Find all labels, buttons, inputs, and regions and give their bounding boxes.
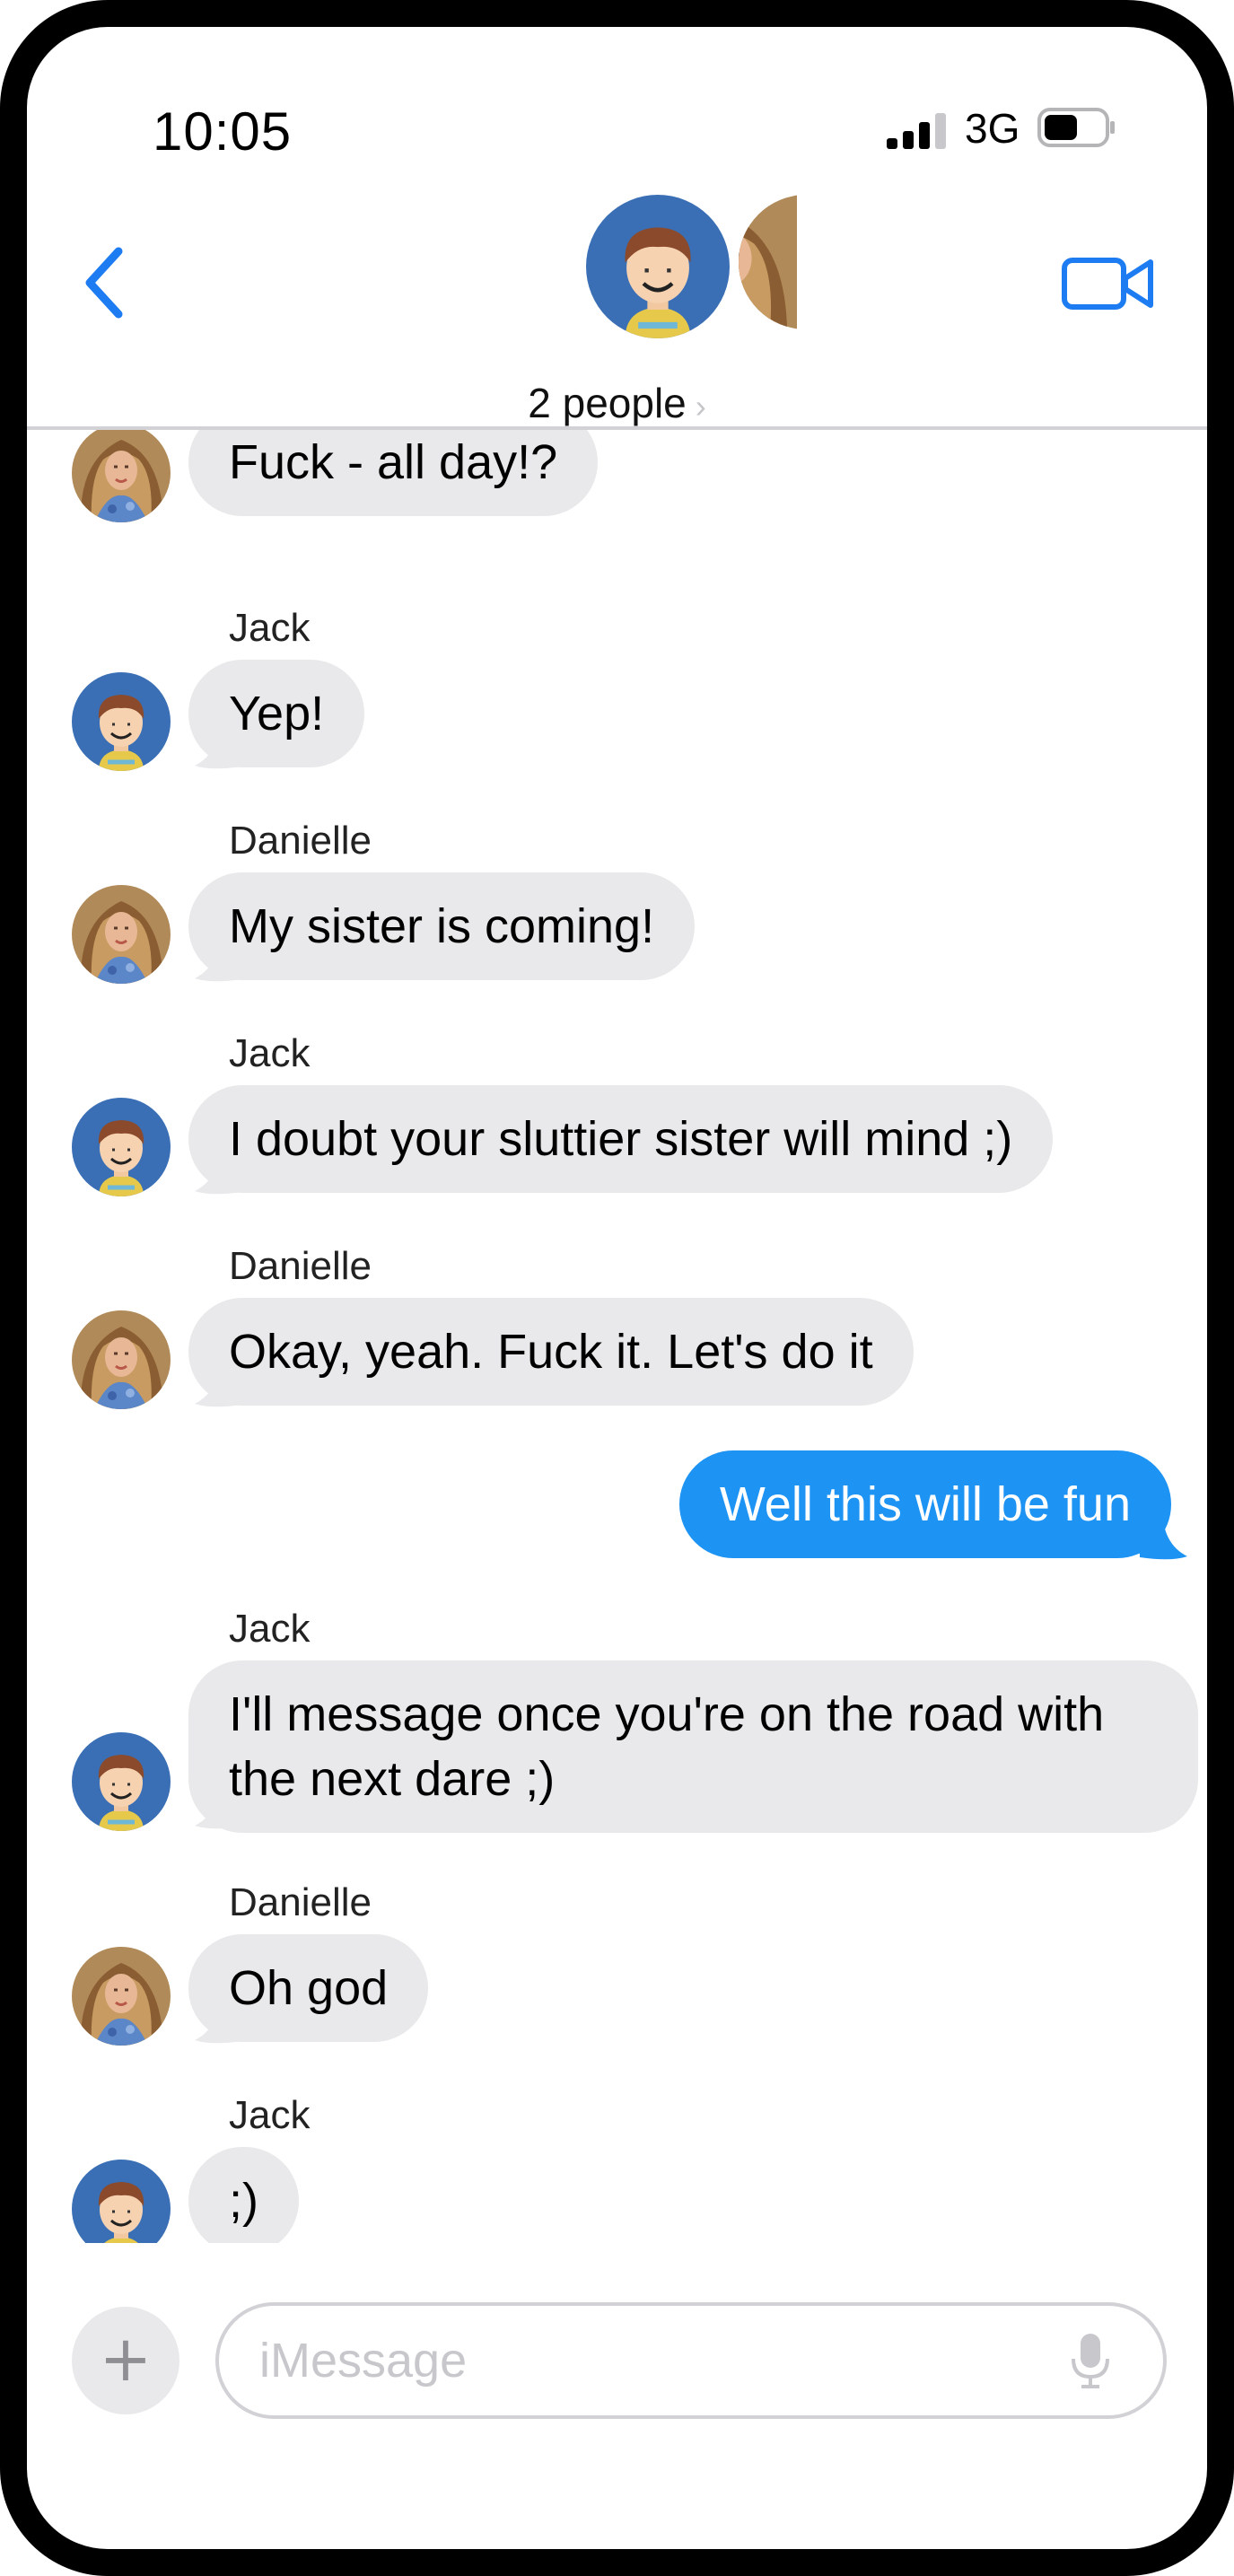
message-feed[interactable]: Fuck - all day!? Jack Yep! Danielle My s…: [27, 430, 1207, 2243]
message-bubble[interactable]: Yep!: [188, 660, 365, 767]
sender-name: Danielle: [229, 1244, 372, 1288]
group-label-text: 2 people: [528, 380, 687, 426]
sender-name: Danielle: [229, 1880, 372, 1924]
phone-frame: 10:05 3G 2 people › Fuck - all day!? Jac…: [0, 0, 1234, 2576]
message-bubble[interactable]: ;): [188, 2147, 299, 2243]
imessage-input[interactable]: [215, 2302, 1167, 2419]
video-camera-icon[interactable]: [1059, 233, 1158, 332]
avatar-danielle: [72, 1947, 171, 2046]
avatar-jack: [72, 2160, 171, 2243]
network-type: 3G: [965, 105, 1020, 152]
status-time: 10:05: [153, 101, 293, 162]
message-bubble[interactable]: I'll message once you're on the road wit…: [188, 1660, 1198, 1833]
message-bubble[interactable]: Okay, yeah. Fuck it. Let's do it: [188, 1298, 914, 1406]
plus-icon: +: [99, 2322, 153, 2396]
message-bubble[interactable]: I doubt your sluttier sister will mind ;…: [188, 1085, 1054, 1193]
chevron-right-icon: ›: [695, 388, 706, 425]
signal-strength-icon: [887, 113, 946, 149]
group-avatar[interactable]: [582, 191, 801, 356]
avatar-danielle: [72, 1310, 171, 1409]
outgoing-message-bubble[interactable]: Well this will be fun: [678, 1450, 1171, 1558]
avatar-jack: [72, 672, 171, 771]
battery-icon: [1037, 108, 1115, 147]
microphone-icon[interactable]: [1068, 2332, 1113, 2389]
avatar-jack: [72, 1732, 171, 1831]
avatar-danielle: [72, 885, 171, 984]
message-bubble[interactable]: My sister is coming!: [188, 872, 696, 980]
sender-name: Jack: [229, 1607, 311, 1651]
sender-name: Jack: [229, 2093, 311, 2137]
avatar-danielle: [72, 430, 171, 522]
group-members-link[interactable]: 2 people ›: [27, 379, 1207, 427]
add-attachment-button[interactable]: +: [72, 2307, 179, 2414]
sender-name: Danielle: [229, 819, 372, 863]
avatar-jack: [72, 1098, 171, 1196]
group-avatar-stack: [582, 191, 801, 342]
messages-screen: 10:05 3G 2 people › Fuck - all day!? Jac…: [27, 27, 1207, 2549]
message-bubble[interactable]: Fuck - all day!?: [188, 430, 599, 516]
sender-name: Jack: [229, 606, 311, 650]
back-chevron-icon[interactable]: [63, 233, 144, 332]
sender-name: Jack: [229, 1031, 311, 1075]
message-bubble[interactable]: Oh god: [188, 1934, 429, 2042]
